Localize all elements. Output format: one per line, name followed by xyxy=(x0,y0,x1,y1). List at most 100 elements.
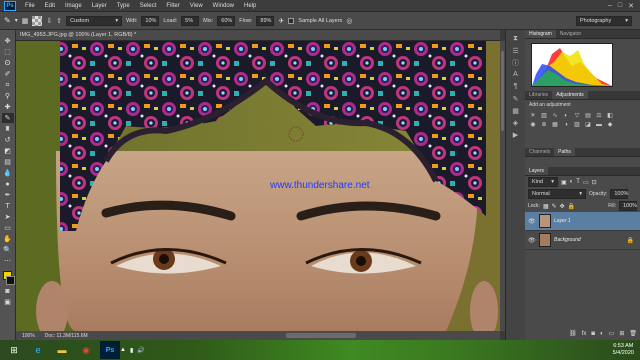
selective-color-icon[interactable]: ◆ xyxy=(606,121,614,128)
doc-info[interactable]: Doc: 11.3M/115.6M xyxy=(45,333,88,339)
tab-adjustments[interactable]: Adjustments xyxy=(552,91,588,99)
marquee-tool-icon[interactable]: ⬚ xyxy=(2,47,14,57)
tray-arrow-icon[interactable]: ▲ xyxy=(120,347,126,354)
tab-channels[interactable]: Channels xyxy=(525,148,554,156)
levels-icon[interactable]: ▥ xyxy=(540,112,548,119)
tab-navigator[interactable]: Navigator xyxy=(556,30,585,38)
load-brush-icon[interactable]: ⇩ xyxy=(46,17,52,25)
load-field[interactable]: 5% xyxy=(181,15,200,26)
layer-mask-icon[interactable]: ◙ xyxy=(591,331,595,337)
menu-select[interactable]: Select xyxy=(135,3,162,9)
path-select-icon[interactable]: ➤ xyxy=(2,212,14,222)
filter-adjust-icon[interactable]: ◐ xyxy=(570,179,574,185)
type-tool-icon[interactable]: T xyxy=(2,201,14,211)
blend-preset-select[interactable]: Custom ▾ xyxy=(66,15,123,26)
delete-layer-icon[interactable]: 🗑 xyxy=(629,330,637,337)
menu-view[interactable]: View xyxy=(185,3,208,9)
stamp-tool-icon[interactable]: ♜ xyxy=(2,124,14,134)
screen-mode-icon[interactable]: ▣ xyxy=(2,297,14,307)
tab-histogram[interactable]: Histogram xyxy=(525,30,556,38)
swatches-panel-icon[interactable]: ▦ xyxy=(510,106,522,115)
lock-move-icon[interactable]: ✥ xyxy=(560,203,565,210)
hand-tool-icon[interactable]: ✋ xyxy=(2,234,14,244)
pen-tool-icon[interactable]: ✒ xyxy=(2,190,14,200)
curves-icon[interactable]: ∿ xyxy=(551,112,559,119)
posterize-icon[interactable]: ▨ xyxy=(573,121,581,128)
eyedropper-tool-icon[interactable]: ⚲ xyxy=(2,91,14,101)
shape-tool-icon[interactable]: ▭ xyxy=(2,223,14,233)
gradient-tool-icon[interactable]: ▤ xyxy=(2,157,14,167)
lock-all-icon[interactable]: 🔒 xyxy=(568,203,575,210)
mix-field[interactable]: 60% xyxy=(217,15,236,26)
pressure-icon[interactable]: ◎ xyxy=(346,17,352,25)
bw-icon[interactable]: ◧ xyxy=(606,112,614,119)
flow-field[interactable]: 89% xyxy=(256,15,275,26)
opacity-field[interactable]: 100% xyxy=(610,189,628,199)
move-tool-icon[interactable]: ✥ xyxy=(2,36,14,46)
brush-panel-icon[interactable]: ▦ xyxy=(22,17,29,25)
color-lookup-icon[interactable]: ▦ xyxy=(551,121,559,128)
layer-row-background[interactable]: 👁 Background 🔒 xyxy=(525,231,640,250)
menu-window[interactable]: Window xyxy=(208,3,239,9)
new-layer-icon[interactable]: ⊞ xyxy=(619,330,624,337)
ie-icon[interactable]: e xyxy=(28,341,48,359)
eraser-tool-icon[interactable]: ◩ xyxy=(2,146,14,156)
lock-pixels-icon[interactable]: ▦ xyxy=(543,203,549,210)
zoom-level[interactable]: 100% xyxy=(22,333,35,339)
maximize-button[interactable]: □ xyxy=(618,2,622,10)
vibrance-icon[interactable]: ▽ xyxy=(573,112,581,119)
new-adjustment-icon[interactable]: ◐ xyxy=(600,331,604,337)
quick-mask-icon[interactable]: ◙ xyxy=(2,286,14,296)
filter-pixel-icon[interactable]: ▣ xyxy=(561,179,567,186)
filter-type-icon[interactable]: T xyxy=(576,179,580,185)
crop-tool-icon[interactable]: ⌗ xyxy=(2,80,14,90)
close-button[interactable]: ✕ xyxy=(628,2,634,10)
wet-field[interactable]: 10% xyxy=(141,15,160,26)
clean-brush-icon[interactable]: ⇧ xyxy=(56,17,62,25)
layer-style-icon[interactable]: fx xyxy=(582,331,587,337)
fill-field[interactable]: 100% xyxy=(619,201,637,211)
tab-paths[interactable]: Paths xyxy=(554,148,575,156)
styles-panel-icon[interactable]: ◈ xyxy=(510,118,522,127)
brush-tool-icon[interactable]: ✎ xyxy=(1,113,14,123)
scroll-thumb[interactable] xyxy=(501,51,504,131)
healing-tool-icon[interactable]: ✚ xyxy=(2,102,14,112)
brush-presets-icon[interactable]: ✎ xyxy=(510,94,522,103)
menu-file[interactable]: File xyxy=(20,3,40,9)
menu-layer[interactable]: Layer xyxy=(87,3,112,9)
taskbar-clock[interactable]: 6:53 AM 5/4/2020 xyxy=(613,343,634,357)
mixer-brush-icon[interactable]: ✎ xyxy=(4,16,11,25)
kind-filter-select[interactable]: Kind ▾ xyxy=(528,177,558,187)
channel-mixer-icon[interactable]: ⊕ xyxy=(540,121,548,128)
more-tools-icon[interactable]: ⋯ xyxy=(2,256,14,266)
background-color-swatch[interactable] xyxy=(5,276,15,285)
lasso-tool-icon[interactable]: ʘ xyxy=(2,58,14,68)
color-balance-icon[interactable]: ⚖ xyxy=(595,112,603,119)
gradient-map-icon[interactable]: ▬ xyxy=(595,121,603,128)
history-panel-icon[interactable]: ⧗ xyxy=(510,34,522,43)
brush-preset-picker[interactable]: ▾ xyxy=(15,17,18,24)
quick-select-tool-icon[interactable]: ✐ xyxy=(2,69,14,79)
tab-libraries[interactable]: Libraries xyxy=(525,91,552,99)
menu-image[interactable]: Image xyxy=(60,3,87,9)
network-icon[interactable]: ▮ xyxy=(130,347,133,354)
visibility-eye-icon[interactable]: 👁 xyxy=(528,218,536,225)
new-group-icon[interactable]: ▭ xyxy=(609,330,615,337)
horizontal-scrollbar[interactable] xyxy=(286,333,356,338)
paragraph-panel-icon[interactable]: ¶ xyxy=(510,82,522,91)
link-layers-icon[interactable]: ⛓ xyxy=(569,330,577,337)
character-panel-icon[interactable]: A xyxy=(510,70,522,79)
canvas[interactable]: www.thundershare.net xyxy=(16,41,500,331)
photo-filter-icon[interactable]: ◉ xyxy=(529,121,537,128)
history-brush-icon[interactable]: ↺ xyxy=(2,135,14,145)
dodge-tool-icon[interactable]: ● xyxy=(2,179,14,189)
visibility-eye-icon[interactable]: 👁 xyxy=(528,237,536,244)
blur-tool-icon[interactable]: 💧 xyxy=(2,168,14,178)
load-swatch[interactable] xyxy=(32,15,43,26)
layer-row-layer1[interactable]: 👁 Layer 1 xyxy=(525,212,640,231)
chrome-icon[interactable]: ◉ xyxy=(76,341,96,359)
properties-panel-icon[interactable]: ☰ xyxy=(510,46,522,55)
exposure-icon[interactable]: ◐ xyxy=(562,112,570,119)
volume-icon[interactable]: 🔊 xyxy=(137,347,144,354)
filter-smart-icon[interactable]: ⊡ xyxy=(592,179,597,186)
